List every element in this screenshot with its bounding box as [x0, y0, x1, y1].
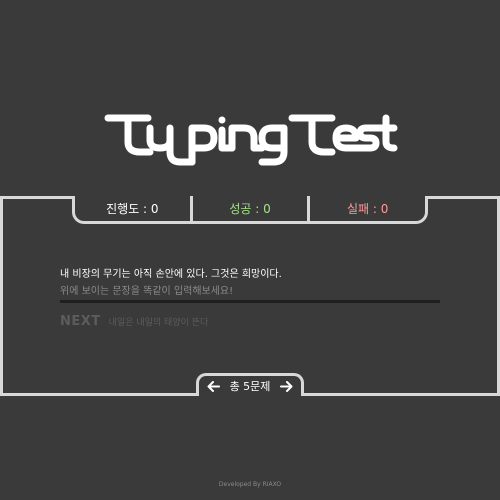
arrow-left-icon[interactable] — [207, 380, 220, 392]
success-stat: 성공 : 0 — [189, 196, 308, 221]
next-label: NEXT — [60, 314, 101, 329]
arrow-right-icon[interactable] — [279, 380, 293, 392]
next-sentence: 내일은 내일의 태양이 뜬다 — [108, 318, 209, 328]
fail-stat: 실패 : 0 — [307, 196, 425, 221]
typing-test-logo — [104, 114, 398, 166]
next-preview: NEXT 내일은 내일의 태양이 뜬다 — [60, 314, 208, 329]
pager: 총 5문제 — [196, 373, 304, 396]
progress-stat: 진행도 : 0 — [106, 202, 159, 216]
footer-credit: Developed By RIAXO — [218, 481, 282, 488]
current-sentence: 내 비장의 무기는 아직 손안에 있다. 그것은 희망이다. — [60, 269, 282, 280]
stats-bar: 진행도 : 0 성공 : 0 실패 : 0 — [72, 196, 428, 224]
typing-input[interactable] — [60, 285, 440, 303]
question-count: 총 5문제 — [229, 380, 271, 393]
